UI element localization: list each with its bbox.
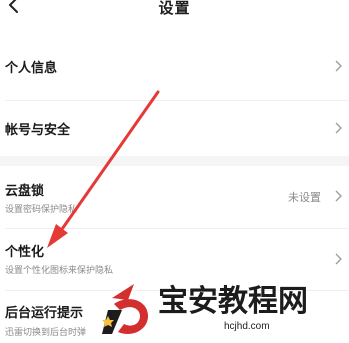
page-title: 设置 bbox=[158, 0, 191, 17]
row-subtitle: 迅雷切换到后台时弹 bbox=[5, 328, 87, 338]
section-separator bbox=[0, 156, 349, 166]
settings-row-personal-info[interactable]: 个人信息 bbox=[0, 42, 349, 92]
chevron-right-icon bbox=[335, 253, 342, 265]
settings-row-cloud-lock[interactable]: 云盘锁 设置密码保护隐私 未设置 bbox=[0, 168, 349, 226]
chevron-right-icon bbox=[335, 60, 342, 72]
status-value: 未设置 bbox=[288, 191, 321, 204]
watermark: 宝安教程网 hcjhd.com bbox=[102, 276, 347, 341]
divider bbox=[5, 228, 349, 229]
divider bbox=[5, 100, 349, 101]
row-title: 帐号与安全 bbox=[5, 123, 71, 138]
row-title: 个人信息 bbox=[5, 61, 58, 76]
watermark-url: hcjhd.com bbox=[224, 321, 270, 332]
chevron-right-icon bbox=[335, 190, 342, 202]
watermark-text: 宝安教程网 bbox=[158, 284, 308, 319]
chevron-right-icon bbox=[335, 122, 342, 134]
row-subtitle: 设置密码保护隐私 bbox=[5, 205, 78, 215]
row-title: 个性化 bbox=[5, 245, 45, 260]
row-subtitle: 设置个性化图标来保护隐私 bbox=[5, 266, 114, 276]
row-title: 云盘锁 bbox=[5, 184, 45, 199]
header-bar: 设置 bbox=[0, 0, 349, 26]
wm-logo-icon bbox=[102, 284, 148, 335]
settings-row-account-security[interactable]: 帐号与安全 bbox=[0, 104, 349, 154]
row-title: 后台运行提示 bbox=[5, 306, 84, 321]
